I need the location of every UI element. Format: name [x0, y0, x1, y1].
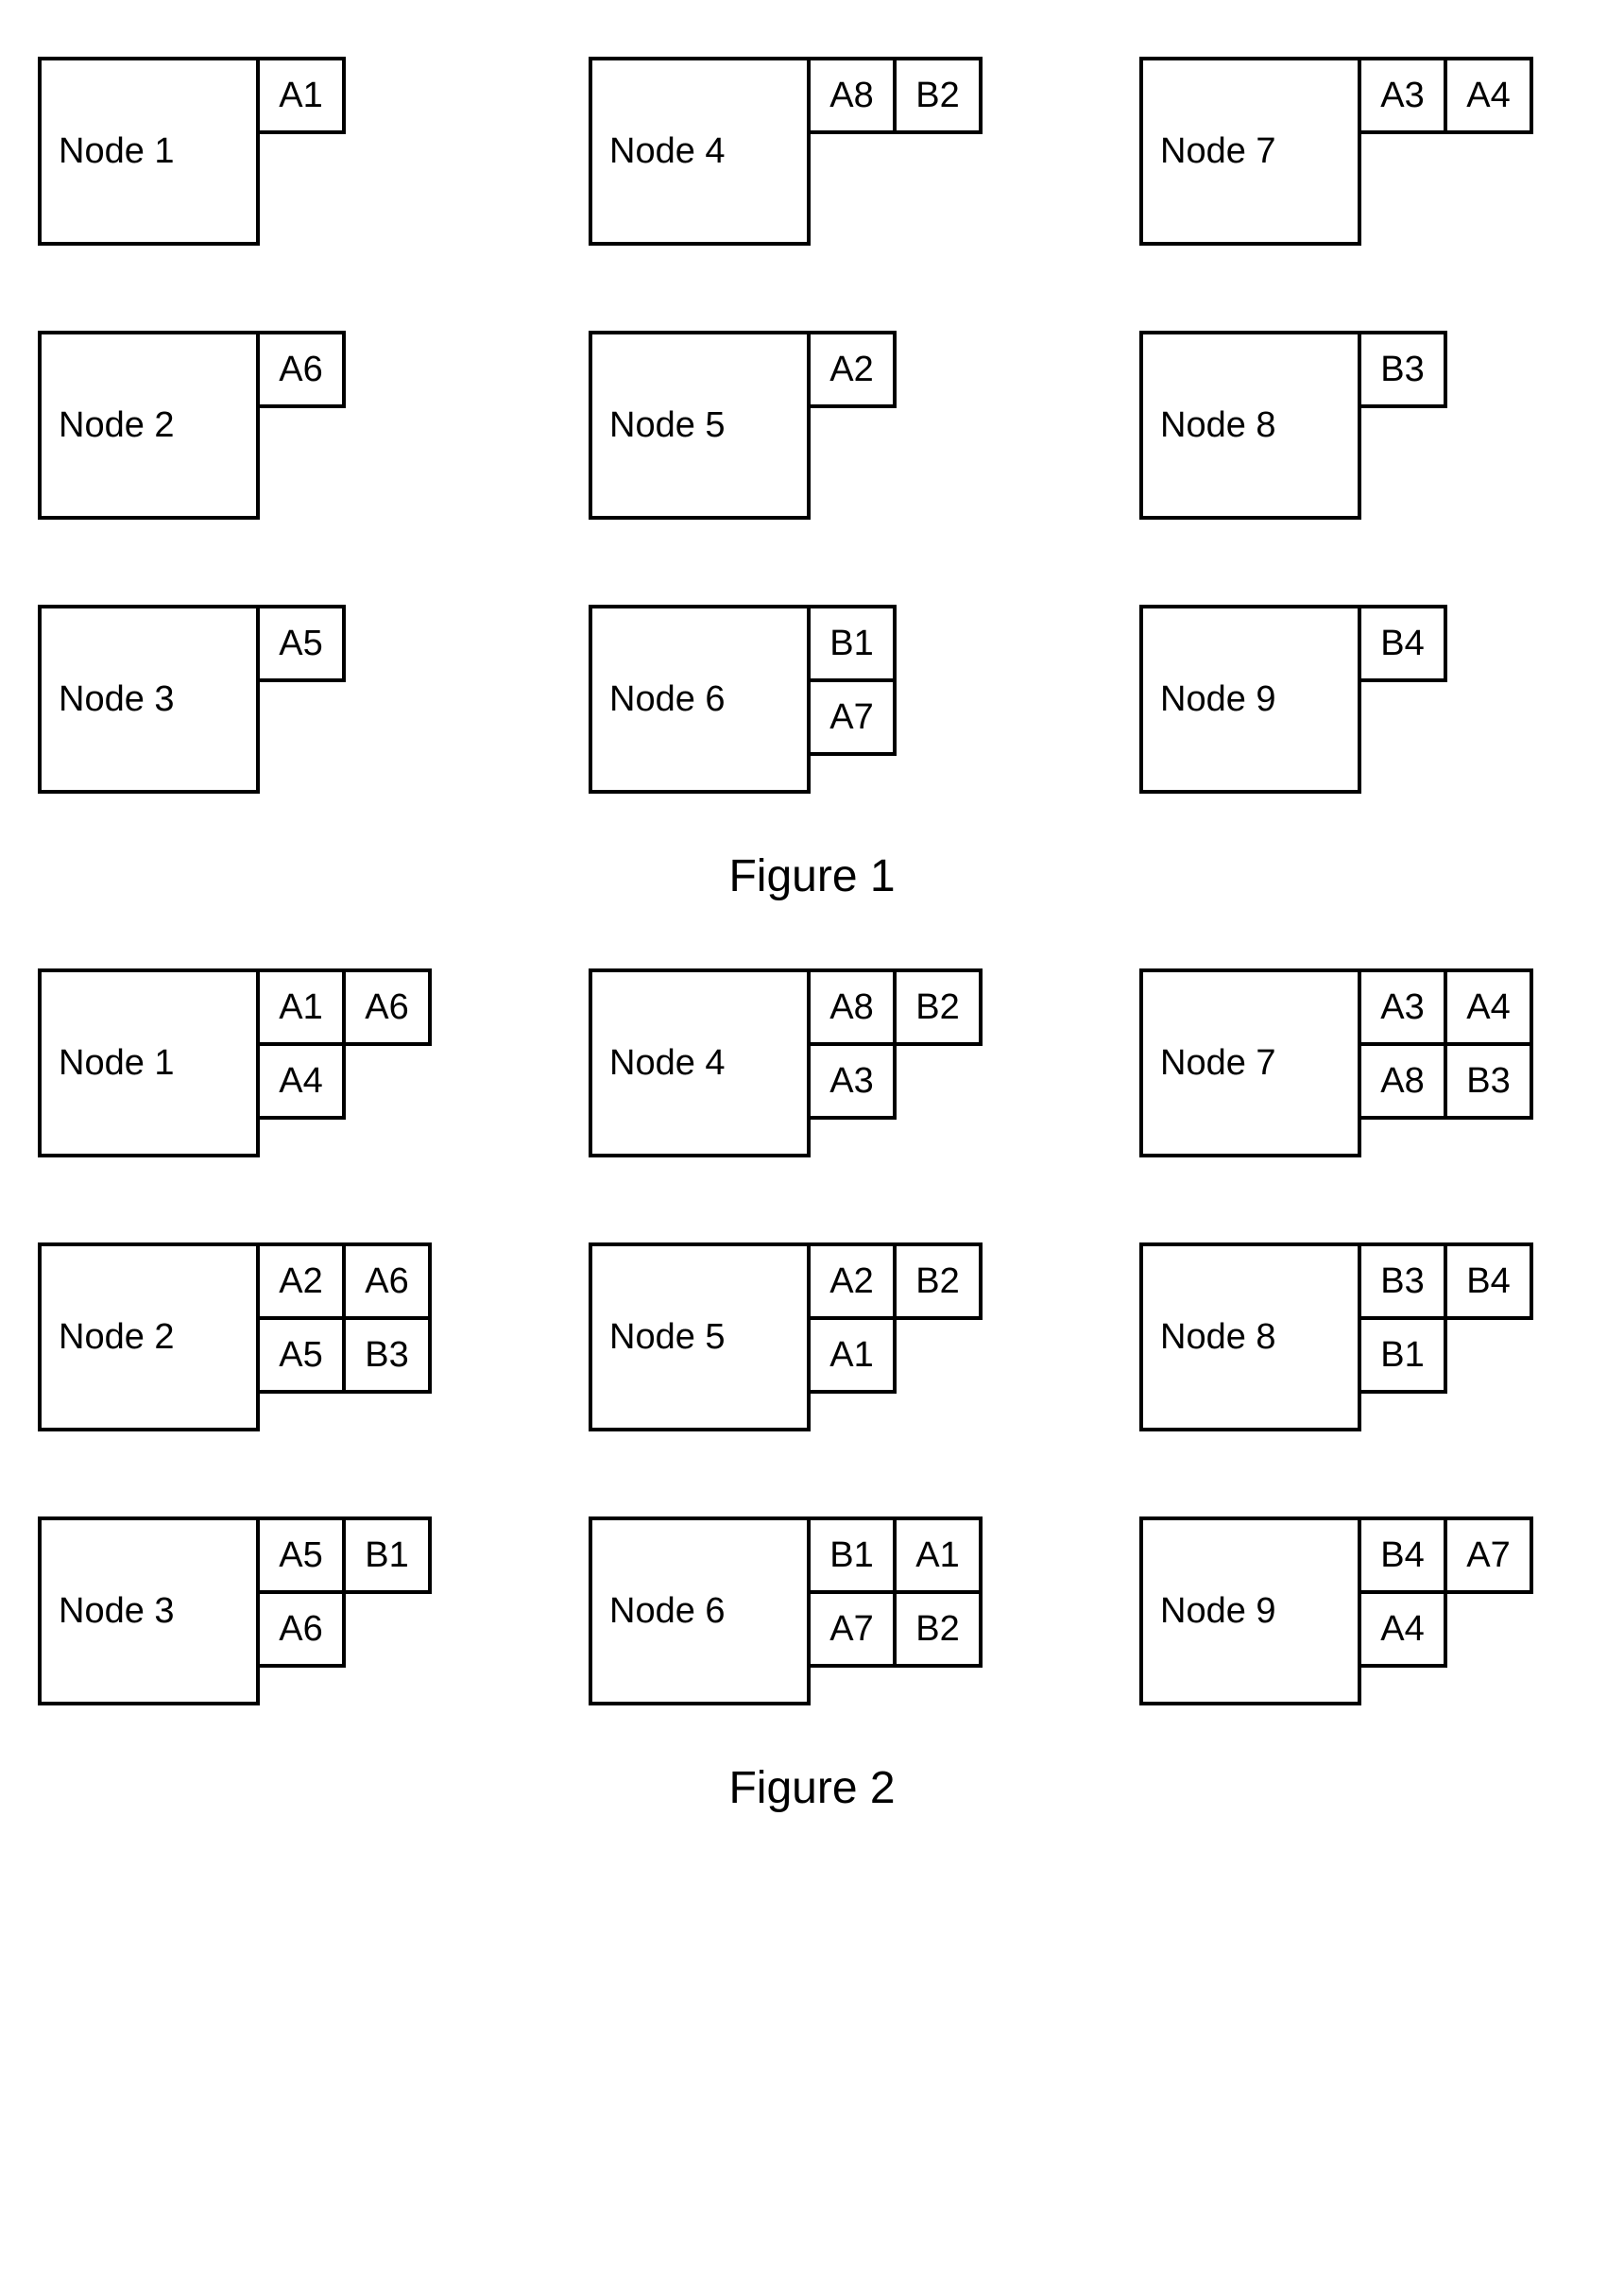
slot-label: A3 — [1358, 968, 1447, 1046]
slot-label: A8 — [807, 57, 897, 134]
slot-label: A1 — [256, 57, 346, 134]
slot-label: A5 — [256, 605, 346, 682]
slot-label: A8 — [807, 968, 897, 1046]
slot-label: A4 — [1358, 1590, 1447, 1668]
node-cell: Node 2A6 — [38, 331, 485, 529]
slot-label: B1 — [807, 1516, 897, 1594]
slot-label: B2 — [893, 968, 983, 1046]
node-cell: Node 8B3 — [1139, 331, 1586, 529]
slot-label: B4 — [1444, 1242, 1533, 1320]
node-box: Node 5 — [589, 331, 811, 520]
node-cell: Node 9B4A7A4 — [1139, 1516, 1586, 1715]
slot-label: B1 — [342, 1516, 432, 1594]
slot-label: A2 — [807, 331, 897, 408]
slot-label: A6 — [256, 1590, 346, 1668]
figure-caption: Figure 1 — [38, 850, 1586, 902]
node-box: Node 6 — [589, 1516, 811, 1705]
slot-label: B1 — [1358, 1316, 1447, 1394]
figure-1: Node 1A1Node 4A8B2Node 7A3A4Node 2A6Node… — [38, 57, 1586, 902]
node-cell: Node 3A5B1A6 — [38, 1516, 485, 1715]
slot-label: A7 — [807, 678, 897, 756]
node-box: Node 8 — [1139, 331, 1361, 520]
figure-1-grid: Node 1A1Node 4A8B2Node 7A3A4Node 2A6Node… — [38, 57, 1586, 803]
node-box: Node 8 — [1139, 1242, 1361, 1431]
slot-label: B2 — [893, 1242, 983, 1320]
slot-label: B3 — [1444, 1042, 1533, 1120]
node-box: Node 9 — [1139, 1516, 1361, 1705]
node-box: Node 2 — [38, 1242, 260, 1431]
node-box: Node 6 — [589, 605, 811, 794]
slot-label: A2 — [807, 1242, 897, 1320]
node-box: Node 9 — [1139, 605, 1361, 794]
node-box: Node 5 — [589, 1242, 811, 1431]
slot-label: B4 — [1358, 605, 1447, 682]
slot-label: A3 — [807, 1042, 897, 1120]
node-cell: Node 9B4 — [1139, 605, 1586, 803]
figure-2: Node 1A1A6A4Node 4A8B2A3Node 7A3A4A8B3No… — [38, 968, 1586, 1814]
slot-label: A5 — [256, 1516, 346, 1594]
node-box: Node 7 — [1139, 968, 1361, 1157]
node-cell: Node 2A2A6A5B3 — [38, 1242, 485, 1441]
node-box: Node 7 — [1139, 57, 1361, 246]
slot-label: A7 — [1444, 1516, 1533, 1594]
figure-2-grid: Node 1A1A6A4Node 4A8B2A3Node 7A3A4A8B3No… — [38, 968, 1586, 1715]
slot-label: A6 — [342, 968, 432, 1046]
slot-label: A4 — [1444, 57, 1533, 134]
slot-label: A6 — [256, 331, 346, 408]
figure-caption: Figure 2 — [38, 1762, 1586, 1814]
slot-label: A7 — [807, 1590, 897, 1668]
node-box: Node 3 — [38, 605, 260, 794]
node-cell: Node 8B3B4B1 — [1139, 1242, 1586, 1441]
node-cell: Node 6B1A1A7B2 — [589, 1516, 1035, 1715]
slot-label: B4 — [1358, 1516, 1447, 1594]
node-box: Node 1 — [38, 968, 260, 1157]
slot-label: B2 — [893, 1590, 983, 1668]
diagram-root: Node 1A1Node 4A8B2Node 7A3A4Node 2A6Node… — [38, 57, 1586, 1814]
slot-label: B2 — [893, 57, 983, 134]
slot-label: A4 — [1444, 968, 1533, 1046]
node-box: Node 1 — [38, 57, 260, 246]
node-cell: Node 7A3A4 — [1139, 57, 1586, 255]
node-cell: Node 4A8B2 — [589, 57, 1035, 255]
slot-label: A4 — [256, 1042, 346, 1120]
slot-label: B1 — [807, 605, 897, 682]
slot-label: A1 — [893, 1516, 983, 1594]
node-cell: Node 1A1 — [38, 57, 485, 255]
node-cell: Node 7A3A4A8B3 — [1139, 968, 1586, 1167]
node-cell: Node 5A2B2A1 — [589, 1242, 1035, 1441]
node-box: Node 4 — [589, 968, 811, 1157]
node-cell: Node 5A2 — [589, 331, 1035, 529]
node-cell: Node 4A8B2A3 — [589, 968, 1035, 1167]
slot-label: A6 — [342, 1242, 432, 1320]
node-box: Node 2 — [38, 331, 260, 520]
slot-label: A2 — [256, 1242, 346, 1320]
node-cell: Node 1A1A6A4 — [38, 968, 485, 1167]
node-cell: Node 3A5 — [38, 605, 485, 803]
slot-label: B3 — [1358, 331, 1447, 408]
slot-label: A5 — [256, 1316, 346, 1394]
slot-label: A1 — [807, 1316, 897, 1394]
slot-label: A8 — [1358, 1042, 1447, 1120]
slot-label: B3 — [1358, 1242, 1447, 1320]
slot-label: A1 — [256, 968, 346, 1046]
slot-label: A3 — [1358, 57, 1447, 134]
slot-label: B3 — [342, 1316, 432, 1394]
node-cell: Node 6B1A7 — [589, 605, 1035, 803]
node-box: Node 4 — [589, 57, 811, 246]
node-box: Node 3 — [38, 1516, 260, 1705]
